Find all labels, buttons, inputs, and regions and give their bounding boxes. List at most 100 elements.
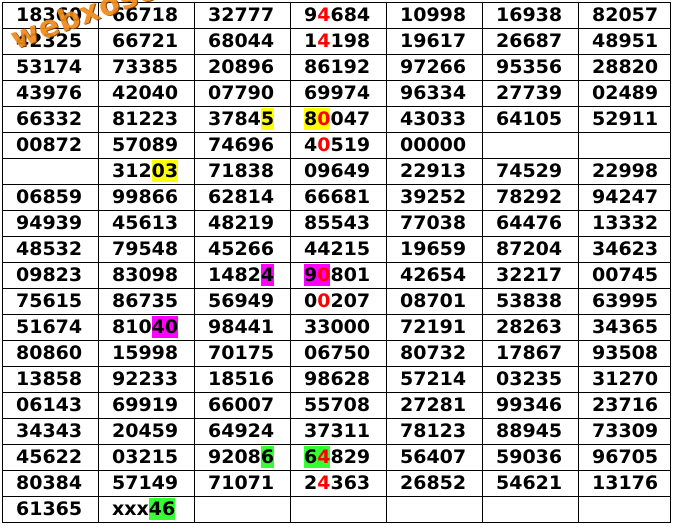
cell-digits: 27281 <box>400 394 467 416</box>
cell-digits: 51674 <box>16 316 83 338</box>
number-cell: 00872 <box>2 132 99 159</box>
number-cell: 66332 <box>2 106 99 133</box>
cell-digits: 42654 <box>400 264 467 286</box>
number-cell: 20896 <box>194 54 291 81</box>
number-cell: 96334 <box>386 80 483 107</box>
number-cell: 45266 <box>194 236 291 263</box>
number-cell: 95356 <box>482 54 579 81</box>
cell-digits: 23716 <box>592 394 659 416</box>
highlighted-digits: 0 <box>317 134 331 156</box>
cell-digits: 45266 <box>208 238 275 260</box>
cell-digits: 53838 <box>496 290 563 312</box>
cell-digits: 77038 <box>400 212 467 234</box>
number-cell: 48951 <box>578 28 671 55</box>
number-cell: 66721 <box>98 28 195 55</box>
cell-digits: 03235 <box>496 368 563 390</box>
number-cell: 03235 <box>482 366 579 393</box>
table-row: 42325 66721 68044 14198 19617 26687 48951 <box>2 28 671 55</box>
number-cell <box>290 496 387 523</box>
cell-digits: 66681 <box>304 186 371 208</box>
number-cell: 22998 <box>578 158 671 185</box>
cell-digits: 42040 <box>112 82 179 104</box>
cell-digits: 829 <box>330 446 371 468</box>
cell-digits: 20459 <box>112 420 179 442</box>
cell-digits: 37311 <box>304 420 371 442</box>
cell-digits: 047 <box>330 108 371 130</box>
number-cell: 53174 <box>2 54 99 81</box>
cell-digits: 07790 <box>208 82 275 104</box>
number-cell: 02489 <box>578 80 671 107</box>
cell-digits: 06750 <box>304 342 371 364</box>
number-cell: 33000 <box>290 314 387 341</box>
number-cell: 24363 <box>290 470 387 497</box>
number-cell: 26687 <box>482 28 579 55</box>
number-cell: 71071 <box>194 470 291 497</box>
number-cell: 19617 <box>386 28 483 55</box>
highlighted-digits: 0 <box>317 264 331 286</box>
cell-digits: 75615 <box>16 290 83 312</box>
number-cell: 74529 <box>482 158 579 185</box>
cell-digits: 48532 <box>16 238 83 260</box>
highlighted-digits: 0 <box>317 108 331 130</box>
number-cell: 13858 <box>2 366 99 393</box>
cell-digits: 20896 <box>208 56 275 78</box>
table-row: 51674 81040 98441 33000 72191 28263 34365 <box>2 314 671 341</box>
number-cell: 94939 <box>2 210 99 237</box>
cell-digits: 34365 <box>592 316 659 338</box>
table-row: 31203 71838 09649 22913 74529 22998 <box>2 158 671 185</box>
cell-digits: 10998 <box>400 4 467 26</box>
number-cell: 27281 <box>386 392 483 419</box>
cell-digits: 98628 <box>304 368 371 390</box>
number-cell: 99346 <box>482 392 579 419</box>
cell-digits: 19659 <box>400 238 467 260</box>
number-grid: 18360 66718 32777 94684 10998 16938 82057 42325… <box>2 2 671 523</box>
number-cell: 92233 <box>98 366 195 393</box>
number-cell: 98441 <box>194 314 291 341</box>
cell-digits: 13176 <box>592 472 659 494</box>
cell-digits: 22998 <box>592 160 659 182</box>
table-row: 45622 03215 92086 64829 56407 59036 96705 <box>2 444 671 471</box>
cell-digits: 18516 <box>208 368 275 390</box>
cell-digits: 70175 <box>208 342 275 364</box>
cell-digits: 80732 <box>400 342 467 364</box>
cell-digits: 64105 <box>496 108 563 130</box>
number-cell: 16938 <box>482 2 579 29</box>
number-cell: 69919 <box>98 392 195 419</box>
number-cell: 00000 <box>386 132 483 159</box>
number-cell <box>482 496 579 523</box>
cell-digits: 519 <box>330 134 371 156</box>
number-cell: 28820 <box>578 54 671 81</box>
number-cell: 44215 <box>290 236 387 263</box>
cell-digits: 53174 <box>16 56 83 78</box>
highlighted-digits: 03 <box>151 160 179 182</box>
cell-digits: 55708 <box>304 394 371 416</box>
number-cell: 59036 <box>482 444 579 471</box>
number-cell: 62814 <box>194 184 291 211</box>
cell-digits: 96705 <box>592 446 659 468</box>
number-cell: 17867 <box>482 340 579 367</box>
cell-digits: 13858 <box>16 368 83 390</box>
highlighted-digits: 9 <box>304 264 318 286</box>
highlighted-digits: 8 <box>304 108 318 130</box>
highlighted-digits: 4 <box>317 30 331 52</box>
cell-digits: 16938 <box>496 4 563 26</box>
number-cell: 42040 <box>98 80 195 107</box>
number-cell: 98628 <box>290 366 387 393</box>
number-cell: 14198 <box>290 28 387 55</box>
cell-digits: 69974 <box>304 82 371 104</box>
number-cell: 45622 <box>2 444 99 471</box>
cell-digits: 85543 <box>304 212 371 234</box>
cell-digits: 3784 <box>208 108 261 130</box>
number-cell: 82057 <box>578 2 671 29</box>
number-grid-body: 18360 66718 32777 94684 10998 16938 82057 42325… <box>2 2 671 523</box>
table-row: 80860 15998 70175 06750 80732 17867 93508 <box>2 340 671 367</box>
cell-digits: 57089 <box>112 134 179 156</box>
number-cell: 43976 <box>2 80 99 107</box>
cell-digits: 33000 <box>304 316 371 338</box>
cell-digits: 62814 <box>208 186 275 208</box>
cell-digits: 26852 <box>400 472 467 494</box>
cell-digits: 82057 <box>592 4 659 26</box>
cell-digits: 52911 <box>592 108 659 130</box>
number-cell: 18516 <box>194 366 291 393</box>
number-cell: 83098 <box>98 262 195 289</box>
